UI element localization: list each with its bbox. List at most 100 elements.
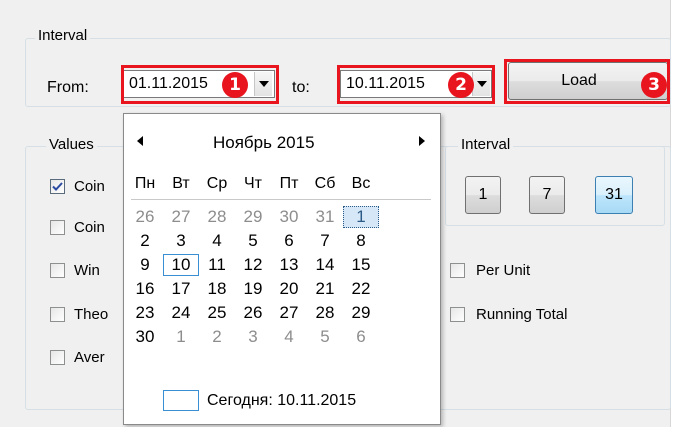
calendar-day[interactable]: 25	[199, 302, 235, 324]
interval-button-label: 31	[605, 186, 623, 203]
calendar-day[interactable]: 23	[127, 302, 163, 324]
per-unit-checkbox[interactable]	[450, 263, 465, 278]
to-label: to:	[292, 79, 310, 96]
interval-button-label: 7	[542, 186, 552, 203]
calendar-day[interactable]: 26	[235, 302, 271, 324]
calendar-day-selected[interactable]: 1	[343, 206, 379, 228]
values-checkbox-row[interactable]: Theo	[50, 306, 108, 323]
checkbox-label: Theo	[74, 306, 109, 323]
weekday-label: Сб	[314, 175, 336, 192]
from-label: From:	[47, 79, 89, 96]
calendar-day[interactable]: 27	[271, 302, 307, 324]
calendar-day[interactable]: 22	[343, 278, 379, 300]
prev-month-button[interactable]	[133, 134, 147, 148]
checkbox-label: Coin	[74, 178, 105, 195]
calendar-week-row: 26 27 28 29 30 31 1	[127, 206, 427, 228]
calendar-month-title[interactable]: Ноябрь 2015	[213, 133, 315, 153]
annotation-box-from	[121, 65, 279, 104]
checkbox[interactable]	[50, 220, 65, 235]
calendar-week-row: 30 1 2 3 4 5 6	[127, 326, 427, 348]
calendar-day[interactable]: 31	[307, 206, 343, 228]
calendar-day[interactable]: 21	[307, 278, 343, 300]
calendar-day[interactable]: 29	[343, 302, 379, 324]
calendar-week-row: 2 3 4 5 6 7 8	[127, 230, 427, 252]
calendar-day[interactable]: 6	[343, 326, 379, 348]
calendar-day[interactable]: 3	[235, 326, 271, 348]
checkbox-label: Coin	[74, 219, 105, 236]
calendar-day[interactable]: 2	[199, 326, 235, 348]
running-total-checkbox-row[interactable]: Running Total	[450, 306, 567, 323]
chevron-right-icon	[419, 136, 425, 146]
calendar-day[interactable]: 11	[199, 254, 235, 276]
calendar-day[interactable]: 19	[235, 278, 271, 300]
checkbox[interactable]	[50, 307, 65, 322]
calendar-day[interactable]: 2	[127, 230, 163, 252]
weekday-label: Пн	[134, 175, 156, 192]
weekday-label: Ср	[206, 175, 228, 192]
calendar-day[interactable]: 28	[307, 302, 343, 324]
calendar-day[interactable]: 5	[235, 230, 271, 252]
chevron-left-icon	[137, 136, 143, 146]
annotation-badge-1: 1	[222, 72, 248, 98]
calendar-day[interactable]: 3	[163, 230, 199, 252]
checkbox[interactable]	[50, 263, 65, 278]
calendar-today-link[interactable]: Сегодня: 10.11.2015	[163, 390, 356, 411]
calendar-day[interactable]: 5	[307, 326, 343, 348]
annotation-badge-3: 3	[641, 72, 667, 98]
calendar-day[interactable]: 13	[271, 254, 307, 276]
interval-button-31[interactable]: 31	[595, 176, 633, 214]
calendar-header-divider	[131, 199, 431, 200]
today-label: Сегодня: 10.11.2015	[207, 391, 357, 409]
checkbox[interactable]	[50, 179, 65, 194]
values-checkbox-row[interactable]: Win	[50, 262, 100, 279]
calendar-day[interactable]: 4	[271, 326, 307, 348]
calendar-day[interactable]: 14	[307, 254, 343, 276]
interval-button-7[interactable]: 7	[529, 176, 565, 214]
annotation-badge-2: 2	[448, 72, 474, 98]
weekday-label: Чт	[244, 175, 262, 192]
calendar-week-row: 16 17 18 19 20 21 22	[127, 278, 427, 300]
calendar-day[interactable]: 16	[127, 278, 163, 300]
values-checkbox-row[interactable]: Coin	[50, 178, 105, 195]
calendar-day[interactable]: 18	[199, 278, 235, 300]
calendar-day-grid: 26 27 28 29 30 31 1 2 3 4 5 6 7 8 9 10 1…	[127, 206, 427, 348]
calendar-week-row: 23 24 25 26 27 28 29	[127, 302, 427, 324]
calendar-day[interactable]: 12	[235, 254, 271, 276]
checkbox[interactable]	[50, 350, 65, 365]
calendar-day[interactable]: 30	[271, 206, 307, 228]
checkbox-label: Win	[74, 262, 100, 279]
calendar-day[interactable]: 17	[163, 278, 199, 300]
calendar-day[interactable]: 26	[127, 206, 163, 228]
interval-group-label: Interval	[35, 28, 91, 44]
weekday-label: Пт	[279, 175, 299, 192]
weekday-label: Вс	[351, 175, 371, 192]
calendar-day[interactable]: 15	[343, 254, 379, 276]
calendar-day[interactable]: 29	[235, 206, 271, 228]
calendar-weekday-header: Пн Вт Ср Чт Пт Сб Вс	[127, 175, 379, 193]
calendar-day[interactable]: 9	[127, 254, 163, 276]
next-month-button[interactable]	[415, 134, 429, 148]
running-total-checkbox[interactable]	[450, 307, 465, 322]
values-checkbox-row[interactable]: Coin	[50, 219, 105, 236]
calendar-week-row: 9 10 11 12 13 14 15	[127, 254, 427, 276]
interval-button-label: 1	[478, 186, 488, 203]
calendar-day[interactable]: 1	[163, 326, 199, 348]
per-unit-label: Per Unit	[476, 262, 531, 279]
calendar-day[interactable]: 27	[163, 206, 199, 228]
calendar-day[interactable]: 8	[343, 230, 379, 252]
per-unit-checkbox-row[interactable]: Per Unit	[450, 262, 530, 279]
calendar-day[interactable]: 28	[199, 206, 235, 228]
calendar-day[interactable]: 30	[127, 326, 163, 348]
interval-button-1[interactable]: 1	[465, 176, 501, 214]
values-group-label: Values	[46, 137, 97, 153]
values-checkbox-row[interactable]: Aver	[50, 349, 105, 366]
weekday-label: Вт	[172, 175, 190, 192]
calendar-day[interactable]: 20	[271, 278, 307, 300]
today-swatch-icon	[163, 390, 199, 411]
calendar-day-today[interactable]: 10	[163, 254, 199, 276]
running-total-label: Running Total	[476, 306, 568, 323]
calendar-day[interactable]: 24	[163, 302, 199, 324]
calendar-day[interactable]: 6	[271, 230, 307, 252]
calendar-day[interactable]: 4	[199, 230, 235, 252]
calendar-day[interactable]: 7	[307, 230, 343, 252]
